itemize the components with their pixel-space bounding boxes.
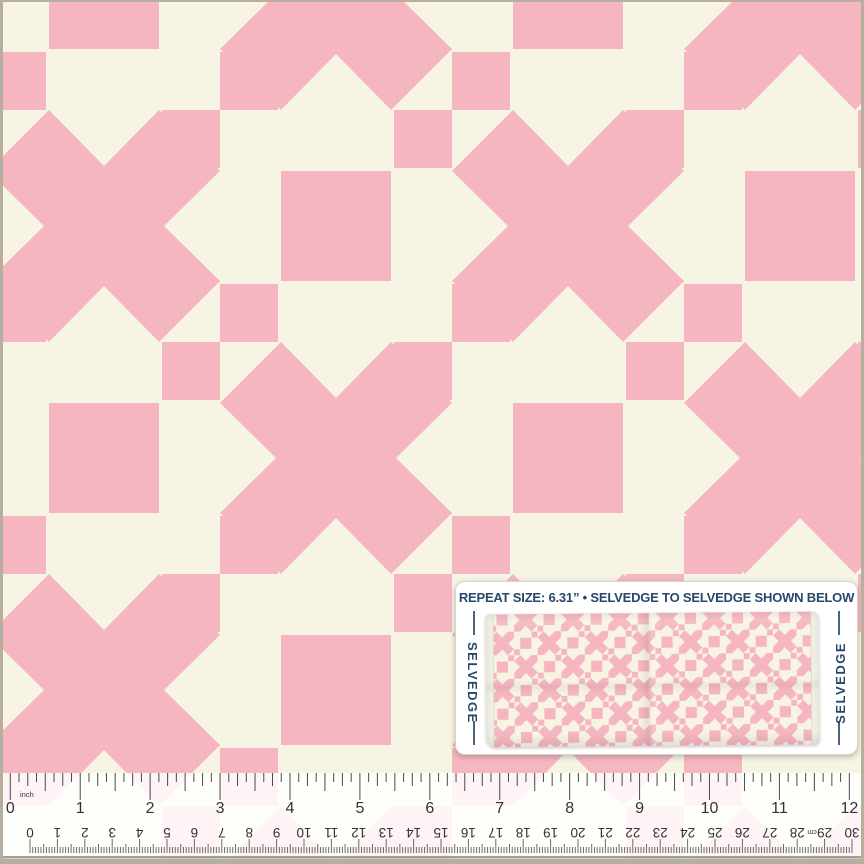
frame-edge (0, 0, 3, 864)
ruler-scales: 0123456789101112inch30292827262524232221… (0, 773, 864, 860)
svg-text:5: 5 (163, 825, 171, 840)
svg-text:16: 16 (461, 825, 476, 840)
frame-edge (0, 859, 864, 864)
svg-text:17: 17 (488, 825, 503, 840)
svg-text:20: 20 (570, 825, 585, 840)
svg-text:12: 12 (351, 825, 366, 840)
strip-selvedge-edge (810, 612, 819, 745)
svg-text:28: 28 (790, 825, 805, 840)
repeat-info-card: REPEAT SIZE: 6.31” • SELVEDGE TO SELVEDG… (455, 581, 858, 755)
svg-text:25: 25 (707, 825, 722, 840)
selvedge-divider-line (473, 611, 475, 635)
svg-text:18: 18 (516, 825, 531, 840)
svg-text:29: 29 (817, 825, 832, 840)
svg-text:9: 9 (635, 800, 644, 817)
svg-text:7: 7 (218, 825, 226, 840)
svg-text:6: 6 (191, 825, 199, 840)
svg-text:inch: inch (20, 790, 34, 799)
frame-edge (0, 0, 864, 2)
svg-text:19: 19 (543, 825, 558, 840)
svg-text:1: 1 (54, 825, 62, 840)
svg-text:7: 7 (495, 800, 504, 817)
svg-text:13: 13 (379, 825, 394, 840)
fabric-strip-pattern (491, 612, 819, 748)
svg-text:15: 15 (433, 825, 448, 840)
svg-text:2: 2 (146, 800, 155, 817)
svg-text:30: 30 (844, 825, 859, 840)
selvedge-divider-line (838, 611, 840, 635)
svg-text:3: 3 (216, 800, 225, 817)
svg-text:0: 0 (6, 800, 15, 817)
svg-text:3: 3 (108, 825, 116, 840)
svg-text:11: 11 (324, 825, 338, 840)
svg-text:12: 12 (840, 800, 858, 817)
selvedge-label-right: SELVEDGE (833, 642, 848, 724)
ruler: 0123456789101112inch30292827262524232221… (0, 773, 864, 860)
svg-text:cm: cm (807, 828, 817, 835)
svg-text:10: 10 (701, 800, 719, 817)
strip-selvedge-edge (485, 614, 494, 747)
fabric-strip-photo (485, 612, 819, 748)
repeat-size-text: REPEAT SIZE: 6.31” • SELVEDGE TO SELVEDG… (456, 590, 857, 605)
selvedge-label-left: SELVEDGE (465, 642, 480, 724)
svg-text:26: 26 (735, 825, 750, 840)
svg-text:8: 8 (565, 800, 574, 817)
svg-text:4: 4 (135, 825, 143, 840)
svg-text:8: 8 (245, 825, 253, 840)
svg-text:24: 24 (680, 825, 696, 840)
fabric-swatch-image: REPEAT SIZE: 6.31” • SELVEDGE TO SELVEDG… (0, 0, 864, 864)
svg-text:9: 9 (273, 825, 281, 840)
svg-text:10: 10 (296, 825, 311, 840)
svg-text:27: 27 (762, 825, 777, 840)
svg-text:21: 21 (598, 825, 613, 840)
svg-text:11: 11 (771, 800, 788, 817)
svg-text:1: 1 (76, 800, 85, 817)
svg-text:14: 14 (406, 825, 422, 840)
svg-text:2: 2 (81, 825, 89, 840)
selvedge-divider-line (473, 721, 475, 745)
svg-text:4: 4 (286, 800, 295, 817)
svg-text:6: 6 (425, 800, 434, 817)
svg-text:5: 5 (355, 800, 364, 817)
selvedge-divider-line (838, 721, 840, 745)
svg-text:23: 23 (653, 825, 668, 840)
svg-text:22: 22 (625, 825, 640, 840)
svg-text:0: 0 (26, 825, 34, 840)
